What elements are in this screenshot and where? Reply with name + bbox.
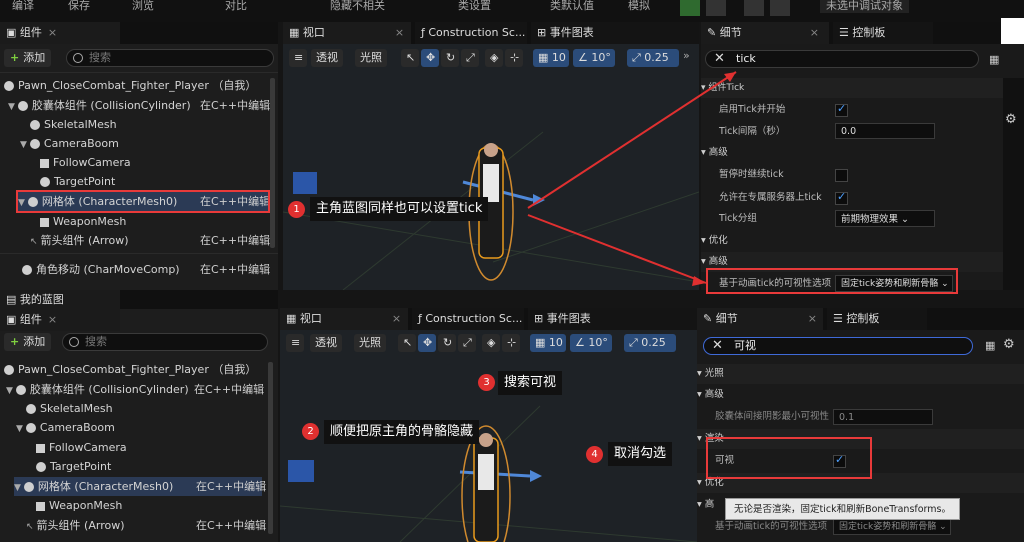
tree-item-cameraboom[interactable]: ▼ CameraBoom [16, 418, 115, 437]
weapon-icon [36, 501, 45, 511]
surface-snap-icon[interactable]: ⊹ [502, 334, 520, 352]
list-icon: ☰ [833, 312, 847, 325]
camera-icon [36, 443, 45, 453]
edit-in-cpp-link[interactable]: 在C++中编辑 [196, 516, 266, 535]
tree-item-skeletalmesh[interactable]: SkeletalMesh [26, 399, 113, 418]
gear-icon[interactable]: ⚙ [1003, 337, 1015, 352]
rotate-icon[interactable]: ↻ [438, 334, 456, 352]
tree-item-targetpoint[interactable]: TargetPoint [36, 457, 111, 476]
edit-in-cpp-link[interactable]: 在C++中编辑 [196, 477, 266, 496]
select-icon[interactable]: ↖ [398, 334, 416, 352]
scrollbar[interactable] [268, 362, 273, 534]
section-lighting[interactable]: ▾ 光照 [697, 364, 1024, 384]
components-panel-bottom: ▤ 我的蓝图 ▣ 组件 × + 添加 搜索 Pawn_CloseCombat_Fig… [0, 290, 278, 542]
tab-details[interactable]: ✎ 细节 × [697, 308, 823, 330]
blueprint-icon: ▤ [6, 293, 20, 306]
tree-root[interactable]: Pawn_CloseCombat_Fighter_Player （自我） [4, 360, 266, 379]
add-component-button[interactable]: + 添加 [4, 333, 52, 351]
annotation-callout: 顺便把原主角的骨骼隐藏 [324, 420, 480, 444]
cube-icon: ▣ [6, 313, 20, 326]
graph-icon: ⊞ [534, 312, 547, 325]
tree-item-charactermesh[interactable]: ▼ 网格体 (CharacterMesh0) 在C++中编辑 [14, 477, 266, 496]
search-icon [69, 337, 79, 347]
tab-components[interactable]: ▣ 组件 × [0, 309, 120, 331]
section-advanced[interactable]: ▾ 高级 [697, 385, 1024, 405]
table-view-icon[interactable]: ▦ [985, 339, 995, 352]
plus-icon: + [10, 335, 20, 348]
perspective-button[interactable]: 透视 [310, 334, 342, 352]
tab-console[interactable]: ☰ 控制板 [827, 308, 927, 330]
annotation-callout: 搜索可视 [498, 371, 563, 395]
grid-icon: ▦ [286, 312, 300, 325]
pencil-icon: ✎ [703, 312, 716, 325]
chevron-down-icon: ▼ [6, 386, 13, 396]
mesh-icon [23, 482, 34, 492]
clear-search-icon[interactable]: ✕ [712, 338, 723, 354]
scale-icon[interactable]: ⤢ [458, 334, 476, 352]
section-advanced-2[interactable]: ▾ 高 [697, 495, 727, 515]
components-search-input[interactable]: 搜索 [62, 333, 268, 351]
tree-item-weaponmesh[interactable]: WeaponMesh [36, 496, 122, 515]
viewport-menu-icon[interactable]: ≡ [286, 334, 304, 352]
close-icon[interactable]: × [48, 313, 57, 326]
boom-icon [25, 423, 36, 433]
highlight-box [706, 437, 872, 479]
tree-item-collision[interactable]: ▼ 胶囊体组件 (CollisionCylinder) 在C++中编辑 [6, 380, 266, 399]
capsule-shadow-input[interactable]: 0.1 [833, 409, 933, 425]
chevron-down-icon: ▼ [16, 424, 23, 434]
world-icon[interactable]: ◈ [482, 334, 500, 352]
step-number-badge: 4 [586, 446, 603, 463]
tree-item-arrow[interactable]: ↖ 箭头组件 (Arrow) 在C++中编辑 [26, 516, 266, 535]
details-search-input[interactable]: ✕ 可视 [703, 337, 973, 355]
close-icon[interactable]: × [392, 312, 401, 325]
prop-capsule-shadow: 胶囊体间接阴影最小可视性 [715, 411, 830, 422]
arrow-icon: ↖ [26, 522, 34, 532]
close-icon[interactable]: × [808, 312, 817, 325]
capsule-icon [15, 385, 26, 395]
tree-item-followcamera[interactable]: FollowCamera [36, 438, 127, 457]
tooltip: 无论是否渲染，固定tick和刷新BoneTransforms。 [725, 498, 960, 520]
step-number-badge: 2 [302, 423, 319, 440]
step-number-badge: 3 [478, 374, 495, 391]
tab-event-graph[interactable]: ⊞ 事件图表 [528, 308, 697, 330]
translate-icon[interactable]: ✥ [418, 334, 436, 352]
highlight-box [706, 268, 958, 294]
target-icon [36, 462, 46, 472]
edit-in-cpp-link[interactable]: 在C++中编辑 [194, 380, 264, 399]
rotation-snap-button[interactable]: ∠ 10° [570, 334, 612, 352]
tab-construction-script[interactable]: ƒ Construction Sc... [412, 308, 524, 330]
lit-button[interactable]: 光照 [354, 334, 386, 352]
grid-snap-button[interactable]: ▦ 10 [530, 334, 566, 352]
scale-snap-button[interactable]: ⤢ 0.25 [624, 334, 676, 352]
chevron-down-icon: ▼ [14, 483, 21, 493]
annotation-callout: 取消勾选 [608, 442, 673, 466]
tab-my-blueprint[interactable]: ▤ 我的蓝图 [0, 290, 120, 309]
tab-viewport[interactable]: ▦ 视口 × [280, 308, 408, 330]
pawn-icon [4, 365, 14, 375]
skeleton-icon [26, 404, 36, 414]
